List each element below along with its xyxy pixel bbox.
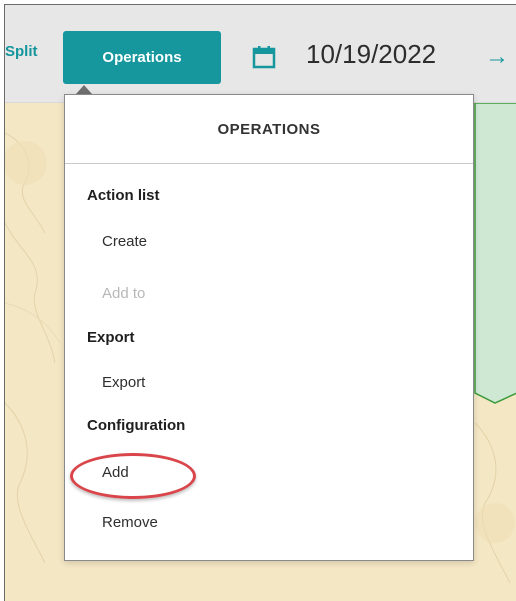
menu-item-add[interactable]: Add (102, 464, 129, 481)
dropdown-title: OPERATIONS (65, 95, 473, 164)
menu-item-create[interactable]: Create (102, 233, 147, 250)
split-tab[interactable]: Split (5, 43, 38, 60)
dropdown-pointer (76, 85, 92, 94)
section-title-action-list: Action list (87, 187, 160, 204)
app-frame: Split Operations 10/19/2022 → OPERATIONS… (4, 4, 516, 601)
operations-button[interactable]: Operations (63, 31, 221, 84)
calendar-icon[interactable] (251, 44, 277, 75)
highlight-annotation (70, 453, 196, 499)
menu-item-remove[interactable]: Remove (102, 514, 158, 531)
arrow-right-icon[interactable]: → (485, 43, 509, 71)
section-title-configuration: Configuration (87, 417, 186, 434)
date-display[interactable]: 10/19/2022 (306, 39, 436, 70)
menu-item-add-to: Add to (102, 285, 146, 302)
operations-dropdown: OPERATIONS Action list Create Add to Exp… (64, 94, 474, 561)
section-title-export: Export (87, 329, 135, 346)
menu-item-export[interactable]: Export (102, 374, 145, 391)
